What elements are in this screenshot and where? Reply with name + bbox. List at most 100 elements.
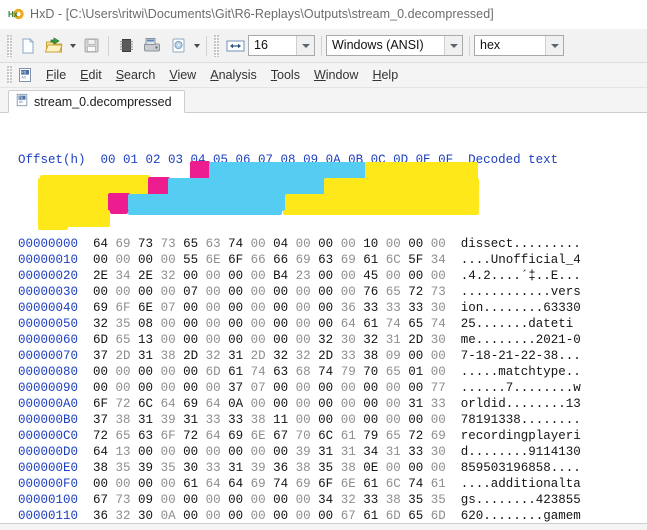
hex-byte[interactable]: 00 bbox=[401, 461, 423, 475]
hex-byte[interactable]: 00 bbox=[266, 509, 288, 523]
hex-byte[interactable]: 33 bbox=[356, 493, 378, 507]
hex-byte[interactable]: 38 bbox=[288, 461, 311, 475]
menu-view[interactable]: View bbox=[162, 66, 203, 84]
hex-byte[interactable]: 65 bbox=[108, 333, 131, 347]
hex-byte[interactable]: 00 bbox=[401, 269, 423, 283]
decoded-text[interactable]: 25.......dateti bbox=[446, 317, 574, 331]
hex-byte[interactable]: 61 bbox=[356, 477, 378, 491]
hex-byte[interactable]: 00 bbox=[243, 237, 266, 251]
hex-byte[interactable]: 0E bbox=[356, 461, 378, 475]
hex-byte[interactable]: 66 bbox=[243, 253, 266, 267]
hex-byte[interactable]: 36 bbox=[78, 509, 108, 523]
hex-row-bytes[interactable]: 37 38 31 39 31 33 33 38 11 00 00 00 00 0… bbox=[78, 413, 446, 427]
hex-byte[interactable]: 10 bbox=[356, 237, 378, 251]
hex-byte[interactable]: 31 bbox=[131, 349, 153, 363]
hex-byte[interactable]: 00 bbox=[221, 445, 243, 459]
hex-byte[interactable]: 6F bbox=[108, 301, 131, 315]
save-file-button[interactable] bbox=[78, 33, 104, 59]
hex-byte[interactable]: 33 bbox=[423, 397, 446, 411]
hex-byte[interactable]: 74 bbox=[311, 365, 333, 379]
hex-byte[interactable]: 39 bbox=[153, 413, 176, 427]
menubar-grip[interactable] bbox=[7, 66, 12, 84]
hex-byte[interactable]: 2D bbox=[243, 349, 266, 363]
hex-byte[interactable]: 00 bbox=[198, 381, 221, 395]
hex-row-bytes[interactable]: 38 35 39 35 30 33 31 39 36 38 35 38 0E 0… bbox=[78, 461, 446, 475]
hex-byte[interactable]: 00 bbox=[198, 493, 221, 507]
hex-byte[interactable]: 00 bbox=[378, 269, 401, 283]
hex-byte[interactable]: 00 bbox=[176, 269, 198, 283]
hex-byte[interactable]: 6F bbox=[153, 429, 176, 443]
hex-row[interactable]: 000000E0 38 35 39 35 30 33 31 39 36 38 3… bbox=[0, 460, 647, 476]
menu-analysis[interactable]: Analysis bbox=[203, 66, 264, 84]
hex-byte[interactable]: 6C bbox=[311, 429, 333, 443]
hex-byte[interactable]: 6E bbox=[131, 301, 153, 315]
hex-byte[interactable]: 32 bbox=[333, 493, 356, 507]
hex-byte[interactable]: 61 bbox=[356, 317, 378, 331]
hex-row-bytes[interactable]: 00 00 00 00 00 6D 61 74 63 68 74 79 70 6… bbox=[78, 365, 446, 379]
hex-byte[interactable]: 00 bbox=[131, 445, 153, 459]
hex-byte[interactable]: 00 bbox=[311, 509, 333, 523]
hex-byte[interactable]: 45 bbox=[356, 269, 378, 283]
hex-byte[interactable]: 00 bbox=[243, 333, 266, 347]
hex-byte[interactable]: 35 bbox=[108, 461, 131, 475]
hex-byte[interactable]: 39 bbox=[243, 461, 266, 475]
hex-byte[interactable]: 00 bbox=[311, 413, 333, 427]
hex-byte[interactable]: 33 bbox=[198, 413, 221, 427]
hex-byte[interactable]: 31 bbox=[378, 445, 401, 459]
hex-byte[interactable]: 00 bbox=[243, 509, 266, 523]
hex-byte[interactable]: 5F bbox=[401, 253, 423, 267]
hex-byte[interactable]: 6F bbox=[78, 397, 108, 411]
hex-byte[interactable]: 00 bbox=[198, 285, 221, 299]
hex-row-bytes[interactable]: 36 32 30 0A 00 00 00 00 00 00 00 67 61 6… bbox=[78, 509, 446, 523]
decoded-text[interactable]: 859503196858.... bbox=[446, 461, 581, 475]
hex-byte[interactable]: 39 bbox=[131, 461, 153, 475]
hex-byte[interactable]: 00 bbox=[311, 381, 333, 395]
hex-byte[interactable]: 00 bbox=[78, 285, 108, 299]
hex-byte[interactable]: 00 bbox=[78, 365, 108, 379]
hex-byte[interactable]: 01 bbox=[401, 365, 423, 379]
hex-byte[interactable]: 64 bbox=[333, 317, 356, 331]
menu-help[interactable]: Help bbox=[365, 66, 405, 84]
decoded-text[interactable]: 7-18-21-22-38... bbox=[446, 349, 581, 363]
hex-row[interactable]: 00000010 00 00 00 00 55 6E 6F 66 66 69 6… bbox=[0, 252, 647, 268]
hex-row[interactable]: 00000070 37 2D 31 38 2D 32 31 2D 32 32 2… bbox=[0, 348, 647, 364]
hex-byte[interactable]: 00 bbox=[378, 461, 401, 475]
hex-byte[interactable]: 00 bbox=[78, 477, 108, 491]
hex-row[interactable]: 00000100 67 73 09 00 00 00 00 00 00 00 3… bbox=[0, 492, 647, 508]
hex-row[interactable]: 000000F0 00 00 00 00 61 64 64 69 74 69 6… bbox=[0, 476, 647, 492]
tab-stream-0-decompressed[interactable]: FD A0 stream_0.decompressed bbox=[8, 90, 185, 113]
hex-byte[interactable]: 69 bbox=[423, 429, 446, 443]
hex-byte[interactable]: 30 bbox=[423, 333, 446, 347]
hex-byte[interactable]: 72 bbox=[401, 429, 423, 443]
hex-byte[interactable]: 00 bbox=[243, 493, 266, 507]
hex-byte[interactable]: 38 bbox=[108, 413, 131, 427]
decoded-text[interactable]: 620........gamem bbox=[446, 509, 581, 523]
hex-byte[interactable]: 61 bbox=[176, 477, 198, 491]
hex-row-bytes[interactable]: 64 69 73 73 65 63 74 00 04 00 00 00 10 0… bbox=[78, 237, 446, 251]
hex-byte[interactable]: 00 bbox=[153, 365, 176, 379]
hex-byte[interactable]: 00 bbox=[176, 317, 198, 331]
hex-byte[interactable]: 00 bbox=[378, 381, 401, 395]
hex-byte[interactable]: 00 bbox=[78, 381, 108, 395]
hex-byte[interactable]: 00 bbox=[243, 285, 266, 299]
hex-byte[interactable]: 77 bbox=[423, 381, 446, 395]
hex-byte[interactable]: 31 bbox=[221, 349, 243, 363]
hex-byte[interactable]: 00 bbox=[221, 493, 243, 507]
hex-byte[interactable]: 67 bbox=[266, 429, 288, 443]
hex-byte[interactable]: 64 bbox=[221, 477, 243, 491]
hex-byte[interactable]: 38 bbox=[78, 461, 108, 475]
hex-byte[interactable]: 61 bbox=[221, 365, 243, 379]
decoded-text[interactable]: .4.2....´‡..E... bbox=[446, 269, 581, 283]
hex-byte[interactable]: 63 bbox=[311, 253, 333, 267]
hex-byte[interactable]: 73 bbox=[131, 237, 153, 251]
decoded-text[interactable]: ....additionalta bbox=[446, 477, 581, 491]
hex-byte[interactable]: 00 bbox=[198, 269, 221, 283]
hex-byte[interactable]: 67 bbox=[333, 509, 356, 523]
hex-byte[interactable]: 38 bbox=[333, 461, 356, 475]
hex-byte[interactable]: 00 bbox=[176, 381, 198, 395]
hex-byte[interactable]: 79 bbox=[333, 365, 356, 379]
hex-byte[interactable]: 00 bbox=[198, 301, 221, 315]
new-file-button[interactable] bbox=[15, 33, 41, 59]
hex-byte[interactable]: 39 bbox=[288, 445, 311, 459]
hex-byte[interactable]: 00 bbox=[423, 413, 446, 427]
